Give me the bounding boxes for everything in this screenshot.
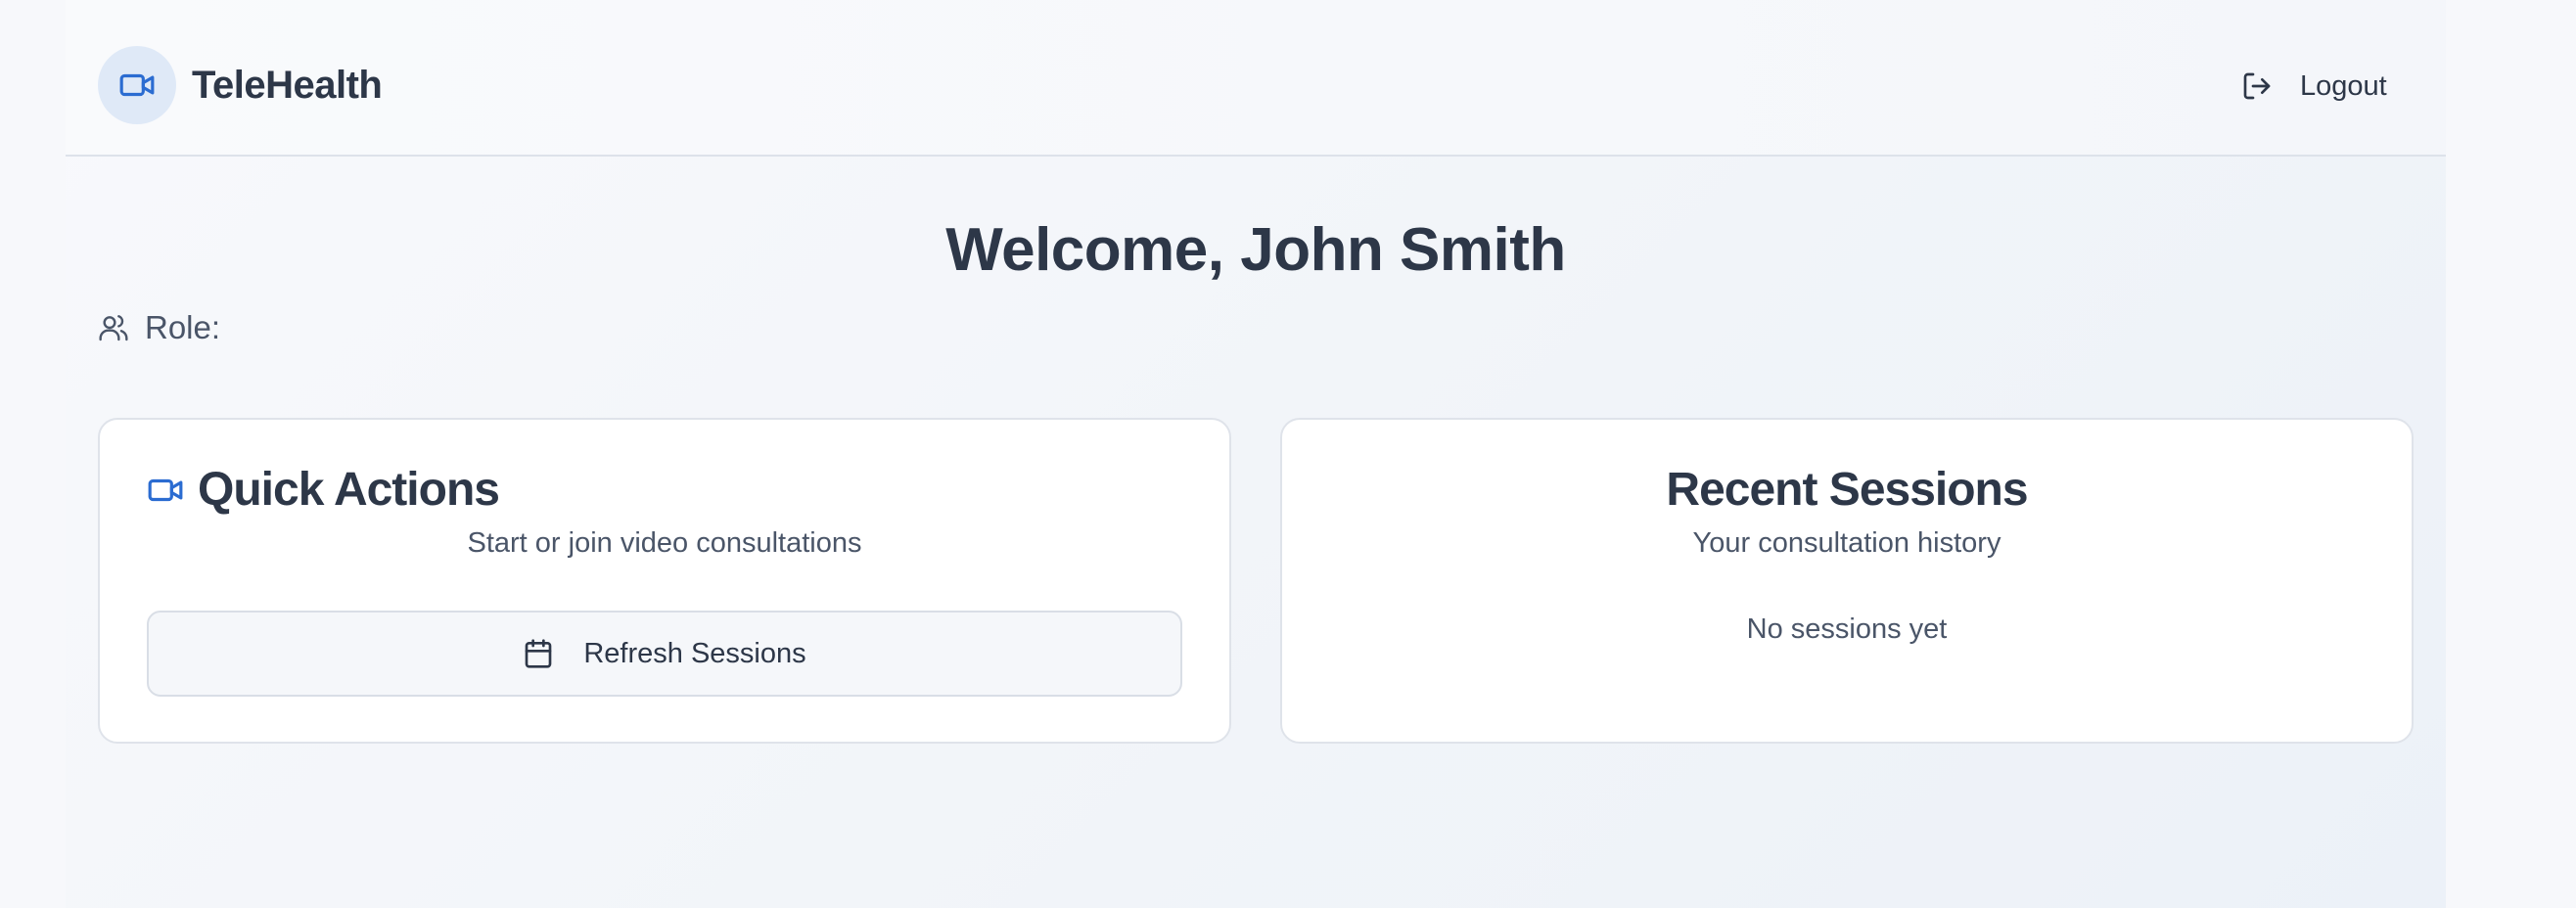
brand-name: TeleHealth xyxy=(192,63,383,107)
refresh-sessions-label: Refresh Sessions xyxy=(583,637,806,669)
video-camera-icon xyxy=(147,472,184,509)
recent-sessions-subtitle: Your consultation history xyxy=(1692,527,2001,559)
role-line: Role: xyxy=(98,309,220,346)
role-label: Role: xyxy=(145,309,221,345)
brand[interactable]: TeleHealth xyxy=(98,46,383,124)
video-camera-icon xyxy=(118,67,156,104)
top-header: TeleHealth Logout xyxy=(66,0,2446,157)
quick-actions-header: Quick Actions xyxy=(147,463,500,517)
app-container: TeleHealth Logout Welcome, John Smith Ro… xyxy=(66,0,2446,908)
users-icon xyxy=(98,312,129,343)
quick-actions-subtitle: Start or join video consultations xyxy=(467,527,862,559)
recent-sessions-card: Recent Sessions Your consultation histor… xyxy=(1280,418,2414,744)
brand-icon-badge xyxy=(98,46,176,124)
quick-actions-card: Quick Actions Start or join video consul… xyxy=(98,418,1231,744)
recent-sessions-title: Recent Sessions xyxy=(1666,464,2028,516)
quick-actions-title: Quick Actions xyxy=(198,464,500,516)
calendar-icon xyxy=(523,638,554,669)
welcome-heading: Welcome, John Smith xyxy=(945,216,1566,284)
logout-icon xyxy=(2241,70,2273,102)
logout-button[interactable]: Logout xyxy=(2226,59,2403,114)
refresh-sessions-button[interactable]: Refresh Sessions xyxy=(147,611,1182,697)
empty-sessions-message: No sessions yet xyxy=(1746,613,1948,645)
logout-label: Logout xyxy=(2300,69,2387,102)
